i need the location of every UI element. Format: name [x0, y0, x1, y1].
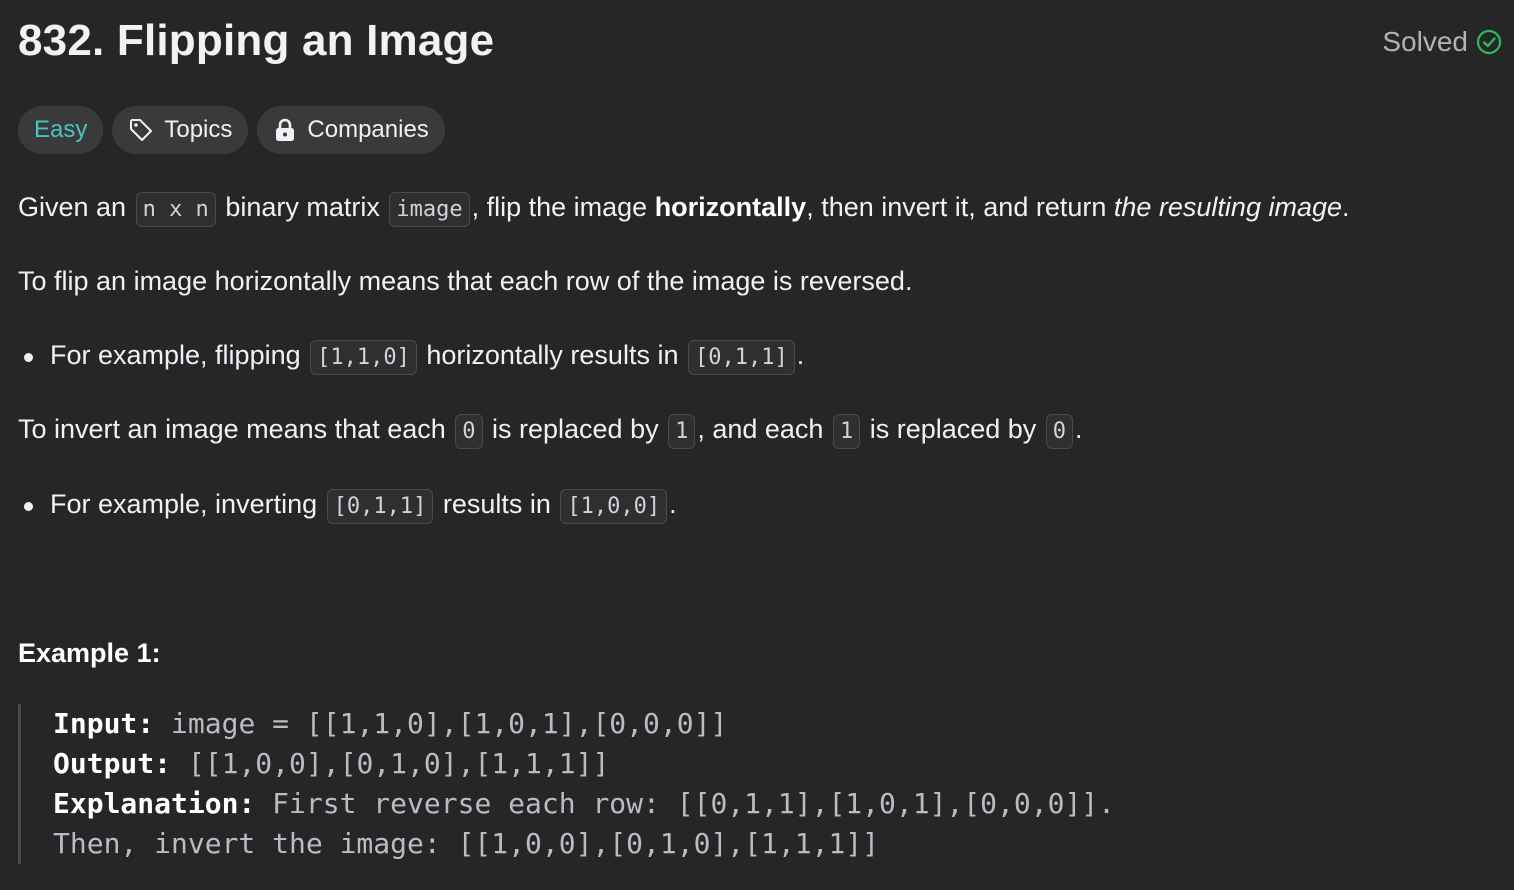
- inline-code: [1,1,0]: [310, 340, 417, 375]
- bullet-dot: [24, 353, 33, 362]
- text: .: [796, 340, 805, 370]
- example-explanation-line: Explanation: First reverse each row: [[0…: [53, 784, 1115, 824]
- text: For example, inverting: [50, 489, 325, 519]
- text: is replaced by: [484, 414, 667, 444]
- inline-code: image: [389, 192, 470, 227]
- text: .: [669, 489, 677, 519]
- difficulty-label: Easy: [34, 116, 88, 143]
- lock-icon: [273, 117, 297, 143]
- bullet-flip-example: For example, flipping [1,1,0] horizontal…: [18, 340, 805, 375]
- solved-status: Solved: [1382, 26, 1502, 58]
- inline-code: 1: [832, 414, 861, 449]
- text: Given an: [18, 192, 134, 222]
- bullet-invert-example: For example, inverting [0,1,1] results i…: [18, 489, 677, 524]
- inline-code: [0,1,1]: [687, 340, 795, 375]
- topics-button[interactable]: Topics: [112, 106, 249, 154]
- inline-code: [0,1,1]: [326, 489, 434, 524]
- text: , and each: [697, 414, 831, 444]
- topics-label: Topics: [164, 116, 233, 143]
- text: For example, flipping: [50, 340, 309, 370]
- input-label: Input:: [53, 707, 155, 740]
- text: horizontally results in: [418, 340, 686, 370]
- bullet-dot: [24, 502, 33, 511]
- difficulty-badge[interactable]: Easy: [18, 106, 104, 154]
- text: is replaced by: [862, 414, 1044, 444]
- text: , flip the image: [471, 192, 655, 222]
- inline-code: 0: [455, 414, 483, 449]
- text: , then invert it, and return: [806, 192, 1114, 222]
- example-output-line: Output: [[1,0,0],[0,1,0],[1,1,1]]: [53, 744, 1115, 784]
- explanation-label: Explanation:: [53, 787, 256, 820]
- companies-label: Companies: [307, 116, 429, 143]
- output-label: Output:: [53, 747, 172, 780]
- tag-chips: Easy Topics Companies: [18, 106, 445, 154]
- example-explanation-line-2: Then, invert the image: [[1,0,0],[0,1,0]…: [53, 827, 880, 860]
- italic-text: the resulting image: [1113, 192, 1343, 222]
- explanation-value: First reverse each row: [[0,1,1],[1,0,1]…: [255, 787, 1116, 820]
- example-input-line: Input: image = [[1,1,0],[1,0,1],[0,0,0]]: [53, 704, 1115, 744]
- inline-code: 0: [1045, 414, 1074, 449]
- inline-code: [1,0,0]: [560, 489, 668, 524]
- solved-label: Solved: [1382, 26, 1468, 57]
- example-title: Example 1:: [18, 638, 161, 668]
- inline-code: 1: [668, 414, 696, 449]
- description-paragraph-2: To flip an image horizontally means that…: [18, 266, 913, 296]
- tag-icon: [128, 117, 154, 143]
- text: binary matrix: [217, 192, 388, 222]
- description-paragraph-3: To invert an image means that each 0 is …: [18, 414, 1083, 449]
- text: To invert an image means that each: [18, 414, 454, 444]
- example-block: Input: image = [[1,1,0],[1,0,1],[0,0,0]]…: [18, 704, 1115, 864]
- problem-title: 832. Flipping an Image: [18, 16, 495, 65]
- text: .: [1075, 414, 1083, 444]
- text: results in: [435, 489, 559, 519]
- description-paragraph-1: Given an n x n binary matrix image, flip…: [18, 192, 1350, 227]
- inline-code: n x n: [135, 192, 216, 227]
- output-value: [[1,0,0],[0,1,0],[1,1,1]]: [171, 747, 610, 780]
- bold-text: horizontally: [654, 192, 807, 222]
- companies-button[interactable]: Companies: [257, 106, 445, 154]
- check-circle-icon: [1476, 29, 1502, 55]
- input-value: image = [[1,1,0],[1,0,1],[0,0,0]]: [154, 707, 728, 740]
- text: .: [1342, 192, 1350, 222]
